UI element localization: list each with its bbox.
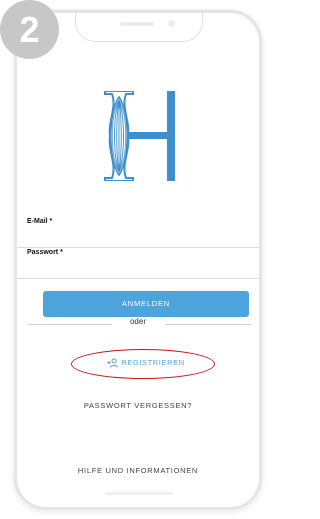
speaker-grille	[120, 22, 154, 26]
password-field[interactable]: Passwort *	[17, 249, 259, 279]
password-input[interactable]	[27, 259, 249, 275]
home-indicator	[105, 492, 173, 495]
add-user-icon	[107, 358, 119, 368]
email-input[interactable]	[27, 228, 249, 244]
password-label: Passwort *	[27, 249, 63, 256]
forgot-password-link[interactable]: PASSWORT VERGESSEN?	[17, 401, 259, 410]
screenshot-stage: 2 E-Mail * Passwort * ANMELDEN oder REGI…	[0, 0, 271, 519]
step-number-badge: 2	[0, 0, 59, 59]
register-label: REGISTRIEREN	[121, 358, 185, 367]
divider-right	[166, 324, 251, 325]
front-camera	[168, 20, 175, 27]
help-info-link[interactable]: HILFE UND INFORMATIONEN	[17, 466, 259, 475]
phone-frame: E-Mail * Passwort * ANMELDEN oder REGIST…	[14, 10, 262, 510]
email-label: E-Mail *	[27, 218, 53, 225]
phone-notch	[75, 13, 203, 42]
login-button[interactable]: ANMELDEN	[43, 291, 249, 317]
app-logo-icon	[104, 91, 175, 181]
register-button[interactable]: REGISTRIEREN	[91, 355, 201, 371]
email-field[interactable]: E-Mail *	[17, 218, 259, 248]
